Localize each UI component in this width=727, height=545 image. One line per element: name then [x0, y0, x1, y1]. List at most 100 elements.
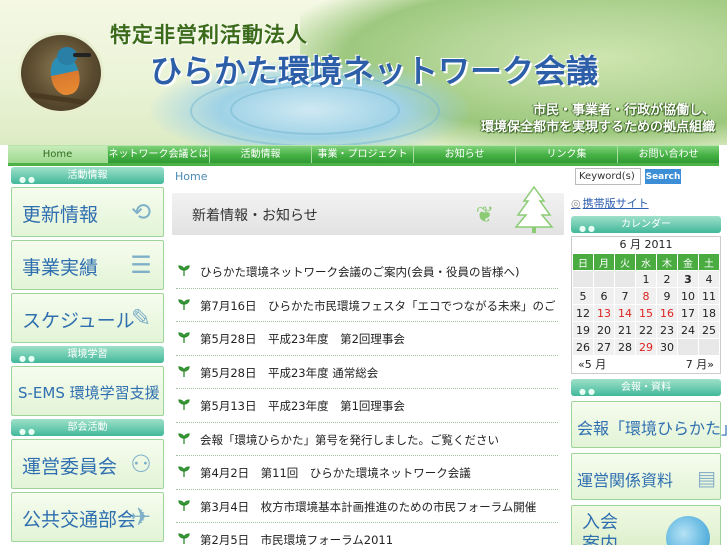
main-content: Home 新着情報・お知らせ ❦ ひらかた環境ネットワーク会議のご案内(会員・役… [170, 167, 566, 545]
calendar-day[interactable]: 16 [656, 304, 678, 322]
list-item-text: 第7月16日 ひらかた市民環境フェスタ「エコでつながる未来」のご案内 [200, 298, 555, 313]
org-type-title: 特定非営利活動法人 [110, 23, 308, 47]
sidebar-button-sems[interactable]: S-EMS 環境学習支援 [11, 366, 164, 416]
calendar-day[interactable]: 2 [656, 270, 678, 288]
calendar-day[interactable]: 27 [593, 338, 615, 356]
sidebar-button-updates[interactable]: 更新情報 ⟲ [11, 187, 164, 237]
nav-activities[interactable]: 活動情報 [210, 146, 312, 163]
sidebar-button-results[interactable]: 事業実績 ☰ [11, 240, 164, 290]
nav-projects[interactable]: 事業・プロジェクト [312, 146, 414, 163]
kingfisher-logo[interactable] [18, 32, 104, 114]
calendar-day[interactable]: 8 [635, 287, 657, 305]
calendar-day[interactable]: 10 [677, 287, 699, 305]
list-item-text: 第2月5日 市民環境フォーラム2011 [200, 533, 394, 545]
sidebar-button-schedule[interactable]: スケジュール ✎ [11, 293, 164, 343]
sidebar-heading-label: 環境学習 [67, 349, 108, 360]
calendar-day[interactable]: 9 [656, 287, 678, 305]
calendar-day[interactable]: 11 [698, 287, 720, 305]
steps-icon: ☰ [130, 251, 152, 279]
calendar-empty-cell [698, 338, 720, 356]
left-sidebar: ●● 活動情報 更新情報 ⟲ 事業実績 ☰ スケジュール ✎ ●● 環境学習 S… [11, 167, 164, 545]
circle-bullet-icon: ◎ [571, 197, 581, 210]
calendar-day[interactable]: 20 [593, 321, 615, 339]
list-item[interactable]: 第5月13日 平成23年度 第1回理事会 [176, 389, 558, 423]
nav-news[interactable]: お知らせ [414, 146, 516, 163]
dots-decoration-icon: ●● [579, 224, 597, 233]
list-item[interactable]: 第5月28日 平成23年度 第2回理事会 [176, 322, 558, 356]
dots-decoration-icon: ●● [579, 387, 597, 396]
nav-contact[interactable]: お問い合わせ [618, 146, 719, 163]
list-item[interactable]: 第7月16日 ひらかた市民環境フェスタ「エコでつながる未来」のご案内 [176, 289, 558, 322]
calendar-day[interactable]: 19 [572, 321, 594, 339]
sidebar-heading-activities: ●● 活動情報 [11, 167, 164, 184]
site-title[interactable]: ひらかた環境ネットワーク会議 [150, 46, 598, 92]
calendar-day[interactable]: 26 [572, 338, 594, 356]
calendar-next-month[interactable]: 7 月» [686, 356, 714, 373]
list-item[interactable]: 第3月4日 枚方市環境基本計画推進のための市民フォーラム開催 [176, 490, 558, 523]
calendar-day[interactable]: 5 [572, 287, 594, 305]
calendar-day[interactable]: 7 [614, 287, 636, 305]
calendar-day[interactable]: 29 [635, 338, 657, 356]
nav-about[interactable]: ネットワーク会議とは [108, 146, 210, 163]
calendar-day[interactable]: 3 [677, 270, 699, 288]
list-item[interactable]: 第4月2日 第11回 ひらかた環境ネットワーク会議 [176, 456, 558, 490]
calendar-day[interactable]: 23 [656, 321, 678, 339]
sidebar-button-label: スケジュール [22, 310, 135, 332]
nav-links[interactable]: リンク集 [516, 146, 618, 163]
main-navigation: Home ネットワーク会議とは 活動情報 事業・プロジェクト お知らせ リンク集… [8, 145, 719, 163]
membership-label-line-1: 入会 [582, 512, 618, 533]
list-item[interactable]: 第5月28日 平成23年度 通常総会 [176, 356, 558, 389]
membership-label-line-2: 案内 [582, 534, 618, 545]
list-item-text: 第5月13日 平成23年度 第1回理事会 [200, 399, 405, 413]
calendar-title: 6 月 2011 [572, 237, 720, 253]
calendar-day[interactable]: 12 [572, 304, 594, 322]
calendar-day[interactable]: 13 [593, 304, 615, 322]
membership-button[interactable]: 入会 案内 [571, 505, 721, 545]
calendar-day[interactable]: 6 [593, 287, 615, 305]
calendar-day[interactable]: 21 [614, 321, 636, 339]
sidebar-heading-bulletin: ●● 会報・資料 [571, 379, 721, 396]
breadcrumb[interactable]: Home [170, 167, 566, 187]
page-title-bar: 新着情報・お知らせ ❦ [172, 185, 564, 235]
list-item[interactable]: 第2月5日 市民環境フォーラム2011 [176, 523, 558, 545]
calendar-day[interactable]: 1 [635, 270, 657, 288]
tree-icon [514, 185, 554, 233]
sidebar-button-committee[interactable]: 運営委員会 ⚇ [11, 439, 164, 489]
sprout-bullet-icon [178, 399, 190, 410]
search-button[interactable]: Search [645, 169, 681, 184]
sidebar-button-transport[interactable]: 公共交通部会 ✈ [11, 492, 164, 542]
documents-button[interactable]: 運営関係資料 ▤ [571, 453, 721, 500]
calendar-day[interactable]: 22 [635, 321, 657, 339]
sidebar-button-label: 更新情報 [22, 204, 99, 226]
page-title: 新着情報・お知らせ [192, 208, 318, 224]
nav-home[interactable]: Home [8, 146, 108, 163]
calendar-day[interactable]: 4 [698, 270, 720, 288]
tagline-line-1: 市民・事業者・行政が協働し、 [532, 103, 715, 118]
calendar-day[interactable]: 24 [677, 321, 699, 339]
airplane-icon: ✈ [130, 503, 152, 531]
document-icon: ▤ [697, 466, 716, 490]
list-item[interactable]: ひらかた環境ネットワーク会議のご案内(会員・役員の皆様へ) [176, 255, 558, 289]
calendar-day[interactable]: 15 [635, 304, 657, 322]
mobile-site-link[interactable]: ◎ 携帯版サイト [571, 195, 721, 211]
calendar-weekday: 金 [677, 253, 699, 271]
sidebar-heading-calendar: ●● カレンダー [571, 216, 721, 233]
sprout-bullet-icon [178, 499, 190, 511]
search-input[interactable] [575, 168, 641, 185]
refresh-icon: ⟲ [130, 198, 152, 226]
calendar-day[interactable]: 18 [698, 304, 720, 322]
list-item[interactable]: 会報「環境ひらかた」第号を発行しました。ご覧ください [176, 423, 558, 456]
calendar-day[interactable]: 30 [656, 338, 678, 356]
calendar-day[interactable]: 14 [614, 304, 636, 322]
calendar-prev-month[interactable]: «5 月 [578, 356, 606, 373]
sprout-bullet-icon [178, 466, 190, 477]
calendar-day[interactable]: 17 [677, 304, 699, 322]
sprout-bullet-icon [178, 298, 190, 310]
bulletin-button[interactable]: 会報「環境ひらかた」 [571, 401, 727, 448]
calendar-day[interactable]: 25 [698, 321, 720, 339]
dots-decoration-icon: ●● [19, 175, 37, 184]
sidebar-button-label: 公共交通部会 [22, 509, 137, 531]
bulletin-button-label: 会報「環境ひらかた」 [577, 419, 727, 438]
calendar-day[interactable]: 28 [614, 338, 636, 356]
membership-button-label: 入会 案内 [582, 512, 618, 545]
